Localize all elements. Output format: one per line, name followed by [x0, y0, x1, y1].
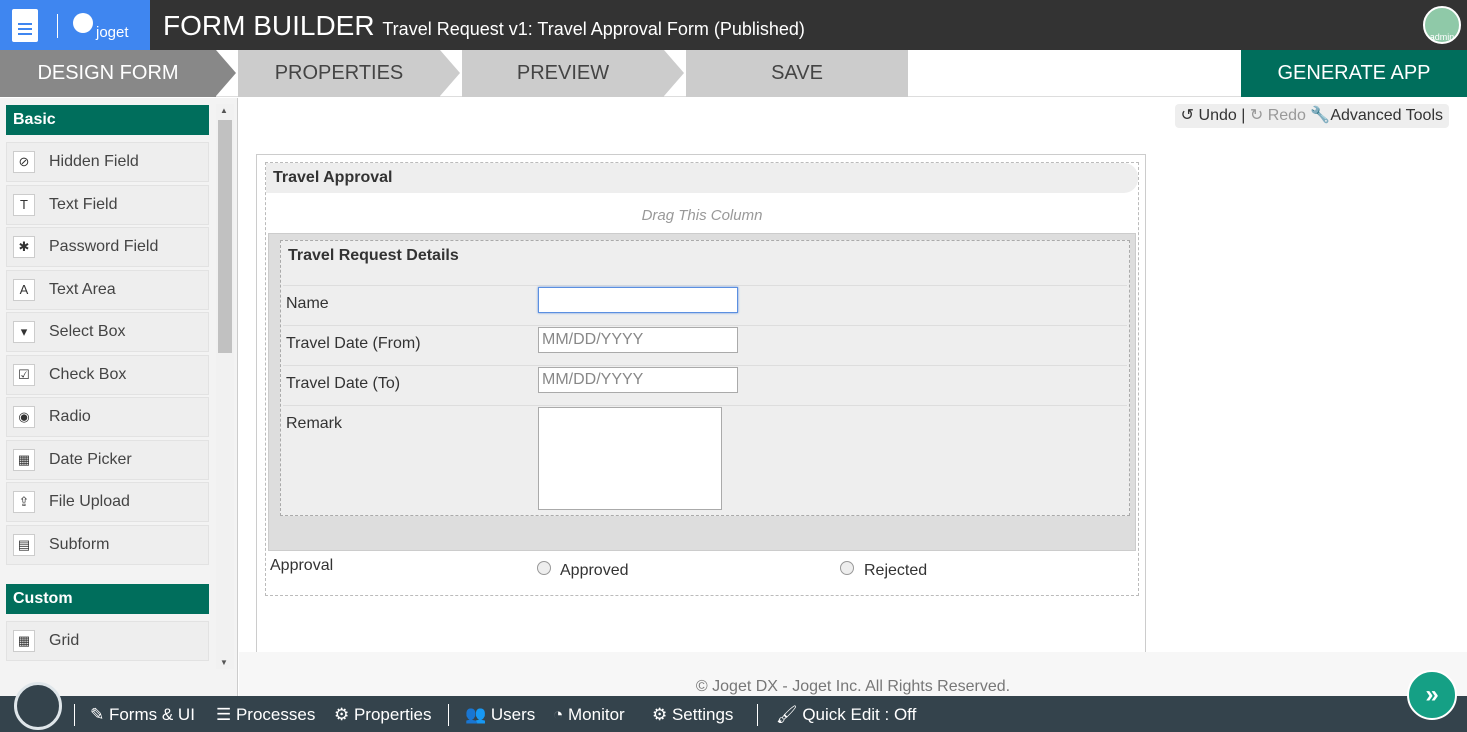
date-to-input[interactable]: MM/DD/YYYY [538, 367, 738, 393]
date-from-input[interactable]: MM/DD/YYYY [538, 327, 738, 353]
select-box-icon: ▾ [13, 321, 35, 343]
text-area-icon: A [13, 278, 35, 301]
section-travel-approval[interactable]: Travel Approval Drag This Column Travel … [265, 162, 1139, 596]
section-title: Travel Approval [266, 163, 1138, 193]
text-field-icon: T [13, 193, 35, 216]
tab-preview[interactable]: PREVIEW [462, 50, 664, 97]
divider [57, 14, 58, 38]
palette-item-file-upload[interactable]: ⇪ File Upload [6, 482, 209, 522]
palette-item-grid[interactable]: ▦ Grid [6, 621, 209, 661]
column[interactable]: Travel Request Details Name Travel Date … [268, 233, 1136, 551]
avatar[interactable]: admin [1423, 6, 1461, 44]
category-custom: Custom [6, 584, 209, 614]
subform-icon: ▤ [13, 533, 35, 556]
nav-settings[interactable]: ⚙ Settings [652, 705, 733, 725]
radio-approved[interactable] [537, 561, 551, 575]
tab-design-form[interactable]: DESIGN FORM [0, 50, 216, 97]
category-basic: Basic [6, 105, 209, 135]
nav-users[interactable]: 👥 Users [465, 705, 535, 725]
form-canvas: Travel Approval Drag This Column Travel … [256, 154, 1146, 662]
field-travel-date-to[interactable]: Travel Date (To) MM/DD/YYYY [283, 365, 1127, 405]
section-travel-request-details[interactable]: Travel Request Details Name Travel Date … [280, 240, 1130, 516]
remark-textarea[interactable] [538, 407, 722, 510]
section-title: Travel Request Details [281, 241, 1129, 271]
palette-item-text-field[interactable]: T Text Field [6, 184, 209, 225]
redo-button[interactable]: ↻ Redo [1250, 107, 1306, 124]
nav-processes[interactable]: ☰ Processes [216, 705, 315, 725]
page-title: FORM BUILDER Travel Request v1: Travel A… [163, 10, 805, 41]
palette-item-subform[interactable]: ▤ Subform [6, 524, 209, 565]
joget-home-icon[interactable] [14, 682, 62, 730]
palette-item-text-area[interactable]: A Text Area [6, 269, 209, 310]
radio-rejected[interactable] [840, 561, 854, 575]
field-travel-date-from[interactable]: Travel Date (From) MM/DD/YYYY [283, 325, 1127, 365]
history-toolbar: ↺ Undo | ↻ Redo 🔧Advanced Tools [1174, 104, 1449, 128]
joget-logo-icon [73, 13, 93, 33]
nav-forms-ui[interactable]: ✎ Forms & UI [90, 705, 195, 725]
quick-edit-toggle[interactable]: 🖌 Quick Edit : Off [776, 705, 916, 725]
drag-column-handle[interactable]: Drag This Column [266, 207, 1138, 224]
undo-button[interactable]: ↺ Undo [1181, 107, 1237, 124]
app-logo[interactable]: joget [0, 0, 150, 50]
top-bar: joget FORM BUILDER Travel Request v1: Tr… [0, 0, 1467, 50]
file-upload-icon: ⇪ [13, 491, 35, 513]
palette-item-select-box[interactable]: ▾ Select Box [6, 312, 209, 352]
form-canvas-area: ↺ Undo | ↻ Redo 🔧Advanced Tools Travel A… [239, 98, 1467, 662]
tab-save[interactable]: SAVE [686, 50, 908, 97]
field-remark[interactable]: Remark [283, 405, 1127, 515]
check-box-icon: ☑ [13, 363, 35, 386]
footer: © Joget DX - Joget Inc. All Rights Reser… [239, 652, 1467, 696]
name-input[interactable] [538, 287, 738, 313]
element-palette: Basic ⊘ Hidden Field T Text Field ✱ Password … [0, 98, 238, 696]
palette-item-hidden-field[interactable]: ⊘ Hidden Field [6, 142, 209, 182]
expand-button[interactable]: » [1407, 670, 1457, 720]
palette-item-password-field[interactable]: ✱ Password Field [6, 227, 209, 267]
palette-item-date-picker[interactable]: ▦ Date Picker [6, 439, 209, 480]
advanced-tools-button[interactable]: 🔧Advanced Tools [1310, 107, 1443, 124]
admin-bar: ✎ Forms & UI ☰ Processes ⚙ Properties 👥 … [0, 682, 1467, 732]
palette-item-check-box[interactable]: ☑ Check Box [6, 354, 209, 395]
generate-app-button[interactable]: GENERATE APP [1241, 50, 1467, 97]
palette-item-radio[interactable]: ◉ Radio [6, 397, 209, 437]
form-icon [12, 9, 38, 42]
password-field-icon: ✱ [13, 236, 35, 258]
date-picker-icon: ▦ [13, 448, 35, 471]
nav-monitor[interactable]: ◔ Monitor [553, 705, 625, 725]
radio-icon: ◉ [13, 406, 35, 428]
brand: joget [96, 24, 129, 41]
form-subtitle: Travel Request v1: Travel Approval Form … [382, 19, 805, 39]
tab-properties[interactable]: PROPERTIES [238, 50, 440, 97]
nav-properties[interactable]: ⚙ Properties [334, 705, 431, 725]
grid-icon: ▦ [13, 630, 35, 652]
builder-steps: DESIGN FORM PROPERTIES PREVIEW SAVE GENE… [0, 50, 1467, 97]
field-name[interactable]: Name [283, 285, 1127, 325]
palette-scrollbar[interactable]: ▲ ▼ [216, 104, 234, 669]
hidden-field-icon: ⊘ [13, 151, 35, 173]
field-approval[interactable]: Approval Approved Rejected [268, 553, 1138, 595]
